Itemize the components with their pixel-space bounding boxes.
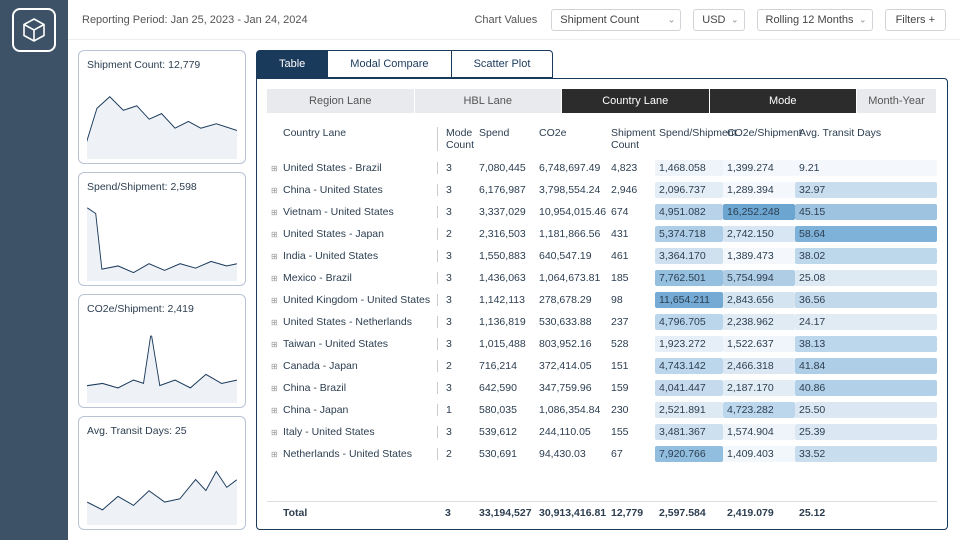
cube-icon xyxy=(20,16,48,44)
table-row[interactable]: ⊞China - Brazil3642,590347,759.961594,04… xyxy=(267,377,937,399)
expand-icon[interactable]: ⊞ xyxy=(267,340,279,349)
period-select[interactable]: Rolling 12 Months⌄ xyxy=(757,9,873,31)
chart-values-label: Chart Values xyxy=(474,14,537,26)
table-row[interactable]: ⊞United States - Netherlands31,136,81953… xyxy=(267,311,937,333)
col-mode-count[interactable]: Mode Count xyxy=(437,127,475,151)
kpi-title: Avg. Transit Days: 25 xyxy=(87,425,237,437)
tab-modal-compare[interactable]: Modal Compare xyxy=(327,50,451,78)
chart-values-select[interactable]: Shipment Count⌄ xyxy=(551,9,681,31)
sparkline xyxy=(87,197,237,281)
chevron-down-icon: ⌄ xyxy=(668,14,676,25)
sparkline xyxy=(87,319,237,403)
col-shipment-count[interactable]: Shipment Count xyxy=(607,127,655,151)
col-avg-transit[interactable]: Avg. Transit Days xyxy=(795,127,937,151)
grouptab-hbl-lane[interactable]: HBL Lane xyxy=(415,89,563,113)
expand-icon[interactable]: ⊞ xyxy=(267,252,279,261)
table-row[interactable]: ⊞China - United States36,176,9873,798,55… xyxy=(267,179,937,201)
expand-icon[interactable]: ⊞ xyxy=(267,208,279,217)
col-spend[interactable]: Spend xyxy=(475,127,535,151)
table-header: Country Lane Mode Count Spend CO2e Shipm… xyxy=(267,121,937,157)
currency-select[interactable]: USD⌄ xyxy=(693,9,744,31)
grouptab-mode[interactable]: Mode xyxy=(710,89,858,113)
kpi-card[interactable]: Avg. Transit Days: 25 xyxy=(78,416,246,530)
tab-scatter-plot[interactable]: Scatter Plot xyxy=(451,50,554,78)
tab-table[interactable]: Table xyxy=(256,50,328,78)
col-co2e-shipment[interactable]: CO2e/Shipment xyxy=(723,127,795,151)
table-row[interactable]: ⊞Mexico - Brazil31,436,0631,064,673.8118… xyxy=(267,267,937,289)
kpi-title: CO2e/Shipment: 2,419 xyxy=(87,303,237,315)
col-spend-shipment[interactable]: Spend/Shipment xyxy=(655,127,723,151)
filters-button[interactable]: Filters + xyxy=(885,9,946,31)
chevron-down-icon: ⌄ xyxy=(859,14,867,25)
chevron-down-icon: ⌄ xyxy=(731,14,739,25)
kpi-title: Shipment Count: 12,779 xyxy=(87,59,237,71)
expand-icon[interactable]: ⊞ xyxy=(267,296,279,305)
expand-icon[interactable]: ⊞ xyxy=(267,450,279,459)
table-row[interactable]: ⊞Taiwan - United States31,015,488803,952… xyxy=(267,333,937,355)
grouptab-region-lane[interactable]: Region Lane xyxy=(267,89,415,113)
table-row[interactable]: ⊞Netherlands - United States2530,69194,4… xyxy=(267,443,937,465)
expand-icon[interactable]: ⊞ xyxy=(267,274,279,283)
table-footer: Total 3 33,194,527 30,913,416.81 12,779 … xyxy=(267,501,937,519)
table-row[interactable]: ⊞India - United States31,550,883640,547.… xyxy=(267,245,937,267)
expand-icon[interactable]: ⊞ xyxy=(267,230,279,239)
reporting-period: Reporting Period: Jan 25, 2023 - Jan 24,… xyxy=(82,14,308,26)
expand-icon[interactable]: ⊞ xyxy=(267,384,279,393)
nav-rail xyxy=(0,0,68,540)
expand-icon[interactable]: ⊞ xyxy=(267,186,279,195)
table-body[interactable]: ⊞United States - Brazil37,080,4456,748,6… xyxy=(267,157,937,499)
table-row[interactable]: ⊞United States - Japan22,316,5031,181,86… xyxy=(267,223,937,245)
table-row[interactable]: ⊞China - Japan1580,0351,086,354.842302,5… xyxy=(267,399,937,421)
expand-icon[interactable]: ⊞ xyxy=(267,406,279,415)
group-tabs: Region LaneHBL LaneCountry LaneModeMonth… xyxy=(267,89,937,113)
table-row[interactable]: ⊞Canada - Japan2716,214372,414.051514,74… xyxy=(267,355,937,377)
table-row[interactable]: ⊞Italy - United States3539,612244,110.05… xyxy=(267,421,937,443)
kpi-card[interactable]: CO2e/Shipment: 2,419 xyxy=(78,294,246,408)
table-row[interactable]: ⊞United States - Brazil37,080,4456,748,6… xyxy=(267,157,937,179)
kpi-sidebar: Shipment Count: 12,779 Spend/Shipment: 2,… xyxy=(78,50,246,530)
col-co2e[interactable]: CO2e xyxy=(535,127,607,151)
table-panel: Region LaneHBL LaneCountry LaneModeMonth… xyxy=(256,78,948,530)
table-row[interactable]: ⊞Vietnam - United States33,337,02910,954… xyxy=(267,201,937,223)
kpi-card[interactable]: Spend/Shipment: 2,598 xyxy=(78,172,246,286)
expand-icon[interactable]: ⊞ xyxy=(267,164,279,173)
sparkline xyxy=(87,441,237,525)
expand-icon[interactable]: ⊞ xyxy=(267,362,279,371)
expand-icon[interactable]: ⊞ xyxy=(267,428,279,437)
grouptab-country-lane[interactable]: Country Lane xyxy=(562,89,710,113)
expand-icon[interactable]: ⊞ xyxy=(267,318,279,327)
kpi-title: Spend/Shipment: 2,598 xyxy=(87,181,237,193)
view-tabs: TableModal CompareScatter Plot xyxy=(256,50,948,78)
table-row[interactable]: ⊞United Kingdom - United States31,142,11… xyxy=(267,289,937,311)
sparkline xyxy=(87,75,237,159)
col-lane[interactable]: Country Lane xyxy=(279,127,437,151)
kpi-card[interactable]: Shipment Count: 12,779 xyxy=(78,50,246,164)
topbar: Reporting Period: Jan 25, 2023 - Jan 24,… xyxy=(68,0,960,40)
app-logo[interactable] xyxy=(12,8,56,52)
grouptab-month-year[interactable]: Month-Year xyxy=(857,89,937,113)
